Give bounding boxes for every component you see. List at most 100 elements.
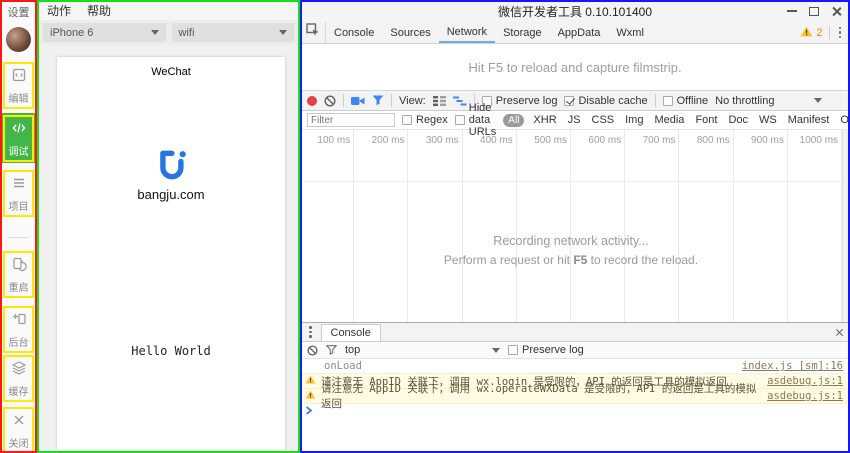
recording-status-text: Recording network activity... (300, 234, 842, 248)
tab-network[interactable]: Network (439, 22, 495, 43)
warning-text: 请注意无 AppID 关联下，调用 wx.operateWXData 是受限的，… (321, 381, 762, 411)
tab-console[interactable]: Console (326, 22, 382, 43)
filter-input[interactable] (307, 113, 395, 127)
checkbox[interactable] (508, 345, 518, 355)
disable-cache-label: Disable cache (578, 95, 647, 107)
sidebar-item-cache[interactable]: 缓存 (0, 355, 37, 402)
sidebar-item-label: 重启 (9, 279, 29, 294)
warning-triangle-icon (800, 26, 813, 40)
clear-icon[interactable] (324, 95, 336, 107)
regex-checkbox[interactable]: Regex (402, 114, 448, 126)
throttling-select[interactable]: No throttling (715, 95, 822, 107)
checkbox[interactable] (663, 96, 673, 106)
warning-count: 2 (816, 27, 822, 39)
checkbox[interactable] (455, 115, 465, 125)
sidebar-item-close[interactable]: 关闭 (0, 407, 37, 453)
wechat-devtools-window: 设置 编辑 调试 项目 (0, 0, 850, 453)
sidebar-item-edit[interactable]: 编辑 (0, 62, 37, 109)
inspect-cursor-icon (306, 23, 320, 42)
view-list-icon[interactable] (433, 96, 446, 106)
source-link[interactable]: asdebug.js:1 (767, 375, 843, 387)
network-type-select[interactable]: wifi (172, 23, 295, 42)
maximize-button[interactable] (809, 7, 819, 16)
sidebar-item-project[interactable]: 项目 (0, 170, 37, 217)
filter-type-media[interactable]: Media (652, 114, 686, 126)
devtools-window: 微信开发者工具 0.10.101400 Console Sources Netw… (300, 0, 850, 453)
menu-bar: 动作 帮助 (37, 0, 300, 20)
console-toolbar: top Preserve log (300, 342, 850, 359)
filter-type-all[interactable]: All (503, 114, 524, 127)
filter-type-js[interactable]: JS (566, 114, 583, 126)
restart-icon (11, 256, 27, 277)
menu-action[interactable]: 动作 (47, 2, 71, 19)
divider (829, 26, 830, 39)
tab-wxml[interactable]: Wxml (608, 22, 652, 43)
filter-type-ws[interactable]: WS (757, 114, 779, 126)
disable-cache-checkbox[interactable]: Disable cache (564, 95, 647, 107)
console-preserve-log-checkbox[interactable]: Preserve log (508, 344, 584, 356)
source-link[interactable]: asdebug.js:1 (767, 390, 843, 402)
avatar[interactable] (6, 27, 31, 52)
devtools-titlebar: 微信开发者工具 0.10.101400 (300, 0, 850, 22)
tab-appdata[interactable]: AppData (550, 22, 609, 43)
execution-context-select[interactable]: top (345, 344, 500, 356)
regex-label: Regex (416, 114, 448, 126)
sidebar-item-label: 项目 (9, 198, 29, 213)
close-drawer-button[interactable] (835, 328, 844, 337)
view-label: View: (399, 95, 426, 107)
network-type-value: wifi (179, 27, 195, 39)
filter-type-other[interactable]: Other (838, 114, 850, 126)
drawer-menu-button[interactable] (306, 326, 315, 338)
filter-type-css[interactable]: CSS (590, 114, 617, 126)
sidebar: 设置 编辑 调试 项目 (0, 0, 37, 453)
project-list-icon (11, 175, 27, 196)
prompt-chevron-icon (305, 406, 313, 418)
sidebar-item-restart[interactable]: 重启 (0, 251, 37, 298)
filter-type-img[interactable]: Img (623, 114, 645, 126)
checkbox[interactable] (402, 115, 412, 125)
console-filter-icon[interactable] (326, 345, 337, 355)
minimize-button[interactable] (787, 10, 797, 12)
warning-icon (305, 375, 316, 387)
settings-button[interactable]: 设置 (0, 4, 37, 20)
grid-row-divider (300, 181, 842, 182)
timeline-column: 500 ms (517, 130, 571, 322)
source-link[interactable]: index.js [sm]:16 (742, 360, 843, 372)
sidebar-item-label: 缓存 (9, 383, 29, 398)
scrollbar[interactable] (842, 130, 848, 322)
background-icon (11, 311, 27, 332)
filter-type-manifest[interactable]: Manifest (786, 114, 832, 126)
console-tab[interactable]: Console (321, 324, 381, 341)
capture-screenshots-icon[interactable] (351, 96, 365, 106)
warnings-badge[interactable]: 2 (800, 26, 822, 40)
edit-icon (11, 67, 27, 88)
overflow-menu-button[interactable] (836, 27, 845, 39)
sidebar-item-label: 后台 (9, 334, 29, 349)
record-button[interactable] (307, 96, 317, 106)
minimize-icon (787, 10, 797, 12)
checkbox[interactable] (564, 96, 574, 106)
close-window-button[interactable] (831, 6, 842, 17)
inspect-element-button[interactable] (300, 22, 326, 43)
filter-funnel-icon[interactable] (372, 95, 384, 106)
phone-screen: WeChat bangju.com Hello World (57, 57, 285, 450)
timeline-column: 300 ms (408, 130, 462, 322)
offline-checkbox[interactable]: Offline (663, 95, 709, 107)
filter-type-font[interactable]: Font (693, 114, 719, 126)
filter-type-doc[interactable]: Doc (726, 114, 750, 126)
tab-storage[interactable]: Storage (495, 22, 550, 43)
chevron-down-icon (279, 30, 287, 35)
sidebar-item-label: 编辑 (9, 90, 29, 105)
timeline-column: 400 ms (463, 130, 517, 322)
menu-help[interactable]: 帮助 (87, 2, 111, 19)
filter-type-xhr[interactable]: XHR (531, 114, 558, 126)
tab-sources[interactable]: Sources (382, 22, 438, 43)
sidebar-item-debug[interactable]: 调试 (0, 113, 37, 163)
context-value: top (345, 344, 360, 356)
device-select[interactable]: iPhone 6 (43, 23, 166, 42)
simulator-toolbar: iPhone 6 wifi (37, 20, 300, 45)
chevron-down-icon (492, 348, 500, 353)
sidebar-item-label: 调试 (9, 143, 29, 158)
clear-console-icon[interactable] (307, 345, 318, 356)
sidebar-item-background[interactable]: 后台 (0, 306, 37, 353)
